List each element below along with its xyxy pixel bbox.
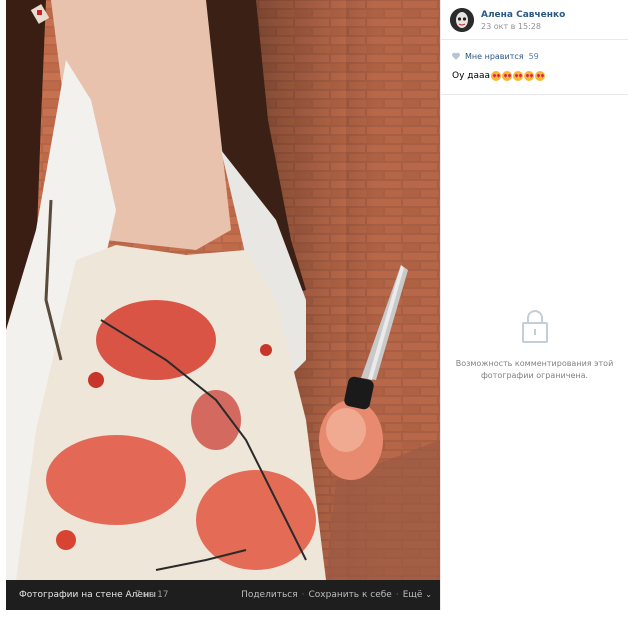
separator-dot: · bbox=[395, 590, 399, 600]
heart-eyes-emoji bbox=[513, 71, 524, 81]
author-name[interactable]: Алена Савченко bbox=[481, 10, 565, 20]
heart-eyes-emoji bbox=[524, 71, 535, 81]
caption-emoji-row bbox=[491, 71, 546, 81]
more-label: Ещё bbox=[402, 590, 423, 600]
chevron-down-icon: ⌄ bbox=[425, 590, 432, 599]
restricted-line-1: Возможность комментирования этой bbox=[455, 359, 614, 368]
post-date[interactable]: 23 окт в 15:28 bbox=[481, 22, 541, 31]
comments-restricted-text: Возможность комментирования этой фотогра… bbox=[441, 358, 628, 382]
author-block: Алена Савченко 23 окт в 15:28 bbox=[450, 8, 625, 34]
share-button[interactable]: Поделиться bbox=[241, 580, 298, 610]
save-to-me-button[interactable]: Сохранить к себе bbox=[308, 580, 391, 610]
post-caption: Оу дааа bbox=[452, 71, 546, 81]
like-count[interactable]: 59 bbox=[529, 52, 539, 61]
photo-counter: 7 из 17 bbox=[135, 590, 169, 600]
photo-footer: Фотографии на стене Алены 7 из 17 Подели… bbox=[6, 580, 440, 610]
photo[interactable] bbox=[6, 0, 440, 580]
photo-pane: Фотографии на стене Алены 7 из 17 Подели… bbox=[6, 0, 440, 610]
footer-actions: Поделиться · Сохранить к себе · Ещё ⌄ bbox=[241, 580, 432, 610]
heart-eyes-emoji bbox=[491, 71, 502, 81]
heart-icon bbox=[452, 52, 460, 60]
heart-eyes-emoji bbox=[535, 71, 546, 81]
like-label: Мне нравится bbox=[465, 51, 524, 61]
divider bbox=[441, 39, 628, 40]
heart-eyes-emoji bbox=[502, 71, 513, 81]
photo-viewer: Фотографии на стене Алены 7 из 17 Подели… bbox=[6, 0, 628, 610]
photo-sidebar: Алена Савченко 23 окт в 15:28 Мне нравит… bbox=[440, 0, 628, 610]
comments-restricted: Возможность комментирования этой фотогра… bbox=[441, 308, 628, 382]
like-button[interactable]: Мне нравится 59 bbox=[451, 50, 539, 62]
separator-dot: · bbox=[301, 590, 305, 600]
divider bbox=[441, 94, 628, 95]
caption-text: Оу дааа bbox=[452, 71, 491, 81]
lock-icon bbox=[521, 310, 548, 343]
restricted-line-2: фотографии ограничена. bbox=[480, 371, 589, 380]
more-button[interactable]: Ещё ⌄ bbox=[403, 580, 432, 610]
avatar[interactable] bbox=[450, 8, 474, 32]
